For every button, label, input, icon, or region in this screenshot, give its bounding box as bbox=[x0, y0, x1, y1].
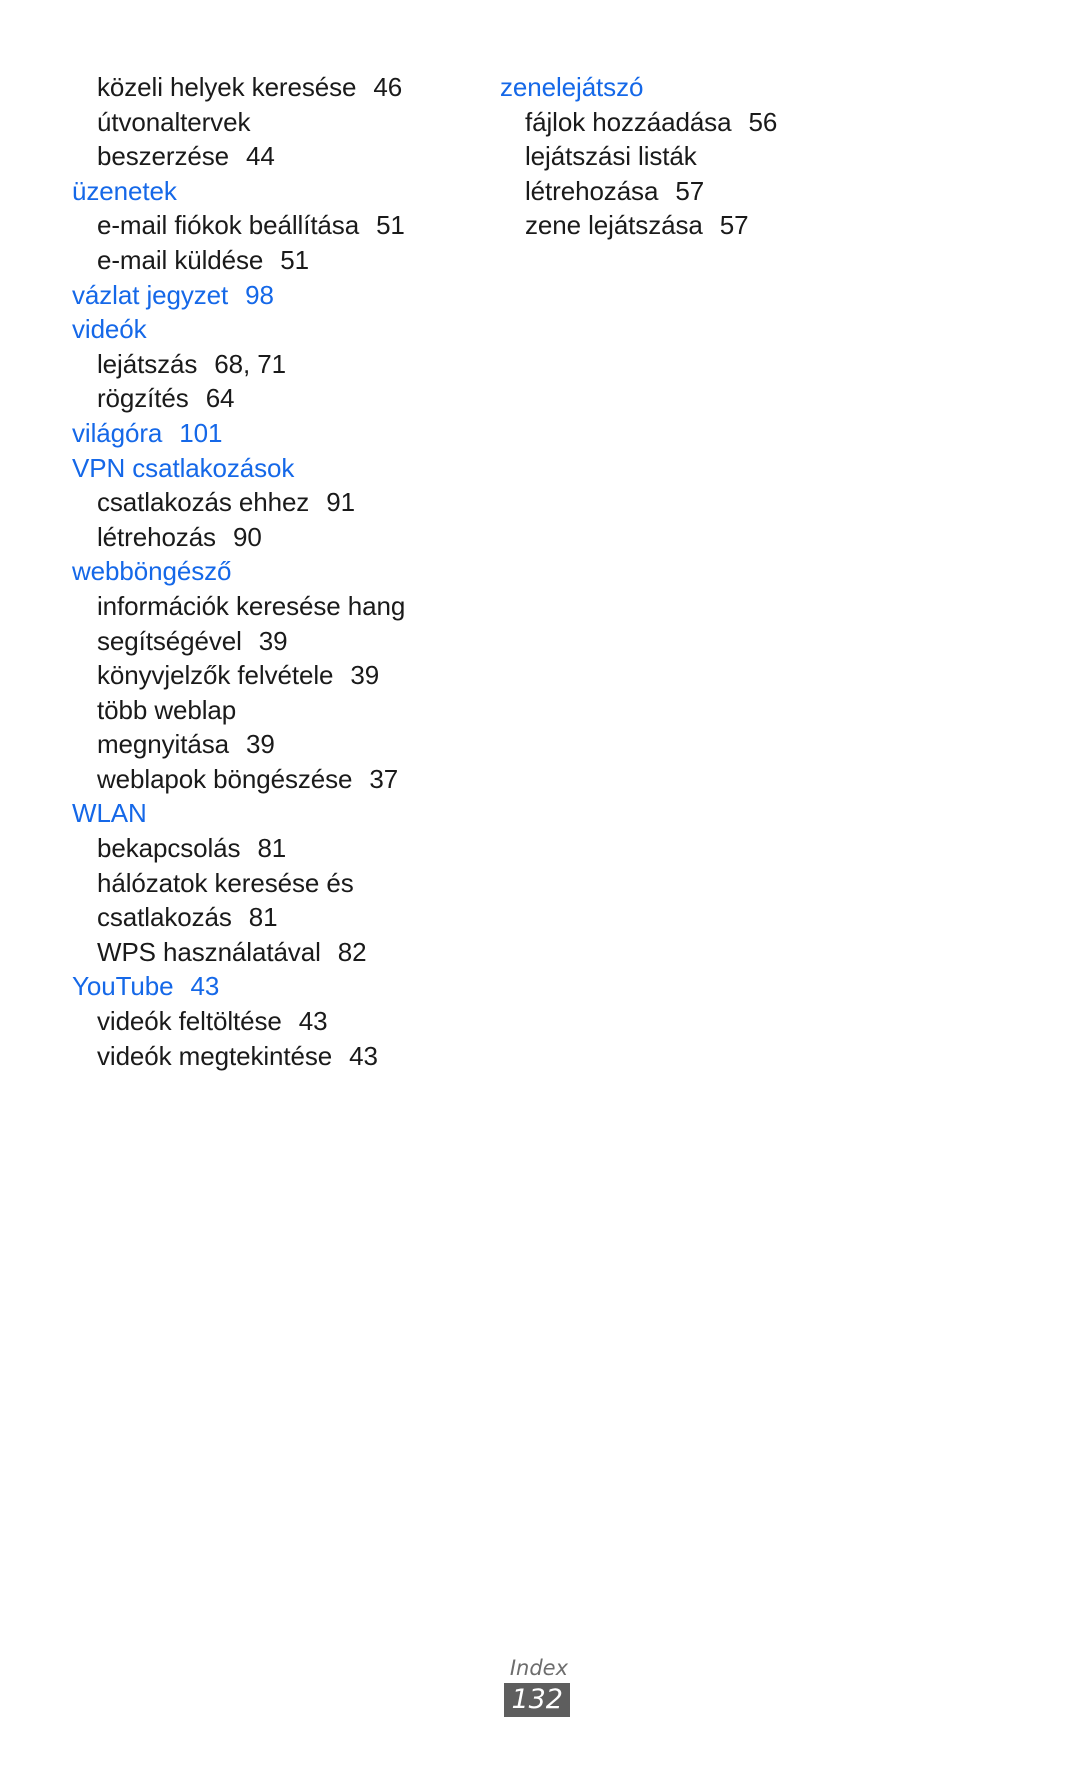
index-heading: zenelejátszó bbox=[500, 70, 900, 105]
index-entry-label: létrehozás bbox=[97, 521, 216, 552]
index-entry-label: információk keresése hang bbox=[97, 590, 406, 621]
index-entry-label: weblapok böngészése bbox=[97, 763, 353, 794]
index-entry-page-number: 57 bbox=[719, 210, 749, 241]
index-heading: webböngésző bbox=[72, 554, 472, 589]
index-entry-page-number: 56 bbox=[748, 106, 778, 137]
index-entry: e-mail fiókok beállítása 51 bbox=[72, 208, 472, 243]
index-entry-page-number: 64 bbox=[205, 383, 235, 414]
index-entry-page-number: 43 bbox=[298, 1006, 328, 1037]
index-entry: videók megtekintése 43 bbox=[72, 1039, 472, 1074]
index-entry-label: videók megtekintése bbox=[97, 1040, 333, 1071]
index-entry-page-number: 39 bbox=[350, 660, 380, 691]
index-entry: létrehozása 57 bbox=[500, 174, 900, 209]
index-heading: YouTube 43 bbox=[72, 969, 472, 1004]
index-heading: üzenetek bbox=[72, 174, 472, 209]
index-entry: bekapcsolás 81 bbox=[72, 831, 472, 866]
index-entry-page-number: 90 bbox=[232, 521, 262, 552]
index-entry: beszerzése 44 bbox=[72, 139, 472, 174]
index-entry-page-number: 81 bbox=[257, 833, 287, 864]
index-entry-label: üzenetek bbox=[72, 175, 177, 206]
index-column-left: közeli helyek keresése 46 útvonaltervek bes… bbox=[72, 70, 472, 1073]
index-heading: világóra 101 bbox=[72, 416, 472, 451]
index-entry: közeli helyek keresése 46 bbox=[72, 70, 472, 105]
index-entry-page-number: 101 bbox=[179, 417, 223, 448]
index-entry-label: több weblap bbox=[97, 694, 237, 725]
index-heading: WLAN bbox=[72, 796, 472, 831]
footer-inner: Index 132 bbox=[340, 1655, 570, 1717]
index-entry-label: hálózatok keresése és bbox=[97, 867, 354, 898]
index-entry: zene lejátszása 57 bbox=[500, 208, 900, 243]
index-entry: útvonaltervek bbox=[72, 105, 472, 140]
index-entry-label: lejátszási listák bbox=[525, 141, 697, 172]
index-entry: könyvjelzők felvétele 39 bbox=[72, 658, 472, 693]
index-entry-page-number: 51 bbox=[280, 244, 309, 275]
index-entry-page-number: 57 bbox=[675, 175, 705, 206]
index-entry-label: bekapcsolás bbox=[97, 833, 241, 864]
index-entry: segítségével 39 bbox=[72, 624, 472, 659]
index-entry-page-number: 91 bbox=[326, 487, 355, 518]
index-heading: vázlat jegyzet 98 bbox=[72, 278, 472, 313]
index-entry-page-number: 51 bbox=[376, 210, 405, 241]
index-entry-page-number: 82 bbox=[337, 936, 367, 967]
index-entry-label: e-mail fiókok beállítása bbox=[97, 210, 360, 241]
index-entry: lejátszás 68, 71 bbox=[72, 347, 472, 382]
index-entry: lejátszási listák bbox=[500, 139, 900, 174]
index-entry-label: beszerzése bbox=[97, 141, 229, 172]
index-entry-label: rögzítés bbox=[97, 383, 189, 414]
index-entry-page-number: 43 bbox=[190, 971, 220, 1002]
footer-page-number: 132 bbox=[504, 1683, 570, 1717]
index-entry-label: VPN csatlakozások bbox=[72, 452, 295, 483]
index-entry-page-number: 37 bbox=[369, 763, 399, 794]
index-entry-label: segítségével bbox=[97, 625, 242, 656]
index-entry: csatlakozás ehhez 91 bbox=[72, 485, 472, 520]
index-entry: rögzítés 64 bbox=[72, 381, 472, 416]
index-column-right: zenelejátszó fájlok hozzáadása 56 lejátszás… bbox=[500, 70, 900, 243]
index-entry-label: vázlat jegyzet bbox=[72, 279, 229, 310]
index-entry-page-number: 39 bbox=[258, 625, 288, 656]
index-entry: megnyitása 39 bbox=[72, 727, 472, 762]
index-entry: WPS használatával 82 bbox=[72, 935, 472, 970]
index-entry-label: megnyitása bbox=[97, 729, 229, 760]
footer-section-label: Index bbox=[509, 1656, 568, 1680]
index-entry-label: útvonaltervek bbox=[97, 106, 251, 137]
index-entry-page-number: 81 bbox=[248, 902, 278, 933]
index-entry-label: könyvjelzők felvétele bbox=[97, 660, 334, 691]
index-entry-label: videók bbox=[72, 314, 147, 345]
index-entry-label: webböngésző bbox=[72, 556, 232, 587]
index-entry: létrehozás 90 bbox=[72, 520, 472, 555]
index-entry: információk keresése hang bbox=[72, 589, 472, 624]
index-entry-page-number: 43 bbox=[349, 1040, 378, 1071]
index-entry: csatlakozás 81 bbox=[72, 900, 472, 935]
index-entry-page-number: 98 bbox=[245, 279, 274, 310]
index-entry-page-number: 68, 71 bbox=[214, 348, 286, 379]
index-entry-label: WPS használatával bbox=[97, 936, 321, 967]
index-entry-label: YouTube bbox=[72, 971, 174, 1002]
index-entry-label: közeli helyek keresése bbox=[97, 72, 357, 102]
index-entry-label: létrehozása bbox=[525, 175, 659, 206]
index-entry-label: zene lejátszása bbox=[525, 210, 703, 241]
index-entry-label: videók feltöltése bbox=[97, 1006, 282, 1037]
index-entry-label: lejátszás bbox=[97, 348, 198, 379]
index-entry-page-number: 44 bbox=[245, 141, 275, 172]
index-entry-label: fájlok hozzáadása bbox=[525, 106, 732, 137]
index-entry-page-number: 39 bbox=[245, 729, 275, 760]
index-entry: hálózatok keresése és bbox=[72, 866, 472, 901]
index-entry-label: csatlakozás bbox=[97, 902, 232, 933]
index-entry: e-mail küldése 51 bbox=[72, 243, 472, 278]
index-entry-page-number: 46 bbox=[373, 72, 403, 102]
index-entry: fájlok hozzáadása 56 bbox=[500, 105, 900, 140]
index-entry: több weblap bbox=[72, 693, 472, 728]
index-entry-label: csatlakozás ehhez bbox=[97, 487, 310, 518]
index-entry: weblapok böngészése 37 bbox=[72, 762, 472, 797]
index-entry: videók feltöltése 43 bbox=[72, 1004, 472, 1039]
index-entry-label: WLAN bbox=[72, 798, 147, 829]
page-footer: Index 132 bbox=[0, 1655, 1080, 1745]
index-entry-label: világóra bbox=[72, 417, 163, 448]
index-entry-label: e-mail küldése bbox=[97, 244, 264, 275]
index-heading: VPN csatlakozások bbox=[72, 451, 472, 486]
index-heading: videók bbox=[72, 312, 472, 347]
index-page: közeli helyek keresése 46 útvonaltervek bes… bbox=[0, 0, 1080, 1771]
index-entry-label: zenelejátszó bbox=[500, 72, 644, 102]
